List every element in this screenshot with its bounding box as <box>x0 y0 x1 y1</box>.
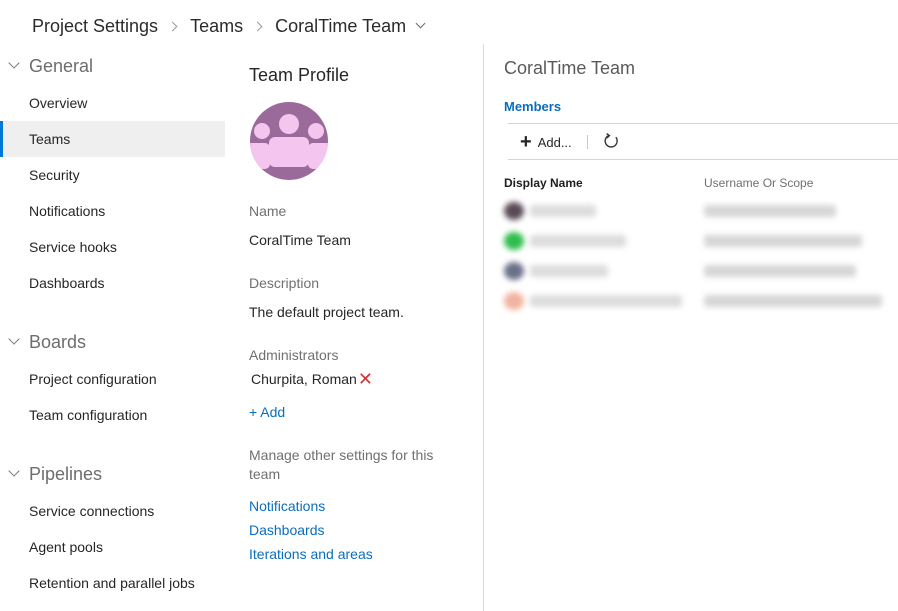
member-name-blurred <box>530 265 608 277</box>
sidebar-group-label: General <box>29 55 94 76</box>
administrator-entry: Churpita, Roman ✕ <box>251 370 373 388</box>
breadcrumb-teams[interactable]: Teams <box>190 16 243 37</box>
add-member-label: Add... <box>537 134 572 150</box>
sidebar-item-agent-pools[interactable]: Agent pools <box>0 529 225 565</box>
refresh-icon[interactable] <box>602 132 620 155</box>
member-name-blurred <box>530 205 596 217</box>
sidebar-item-label: Notifications <box>29 203 106 219</box>
toolbar-separator <box>587 135 588 149</box>
sidebar-item-dashboards[interactable]: Dashboards <box>0 265 225 301</box>
breadcrumb: Project Settings Teams CoralTime Team <box>32 13 426 39</box>
sidebar-group-pipelines[interactable]: Pipelines <box>8 462 103 486</box>
sidebar-item-service-connections[interactable]: Service connections <box>0 493 225 529</box>
member-scope-blurred <box>704 205 836 217</box>
member-scope-blurred <box>704 265 856 277</box>
column-header-username[interactable]: Username Or Scope <box>704 176 813 190</box>
close-icon[interactable]: ✕ <box>358 370 373 388</box>
chevron-down-icon <box>8 465 20 477</box>
chevron-right-icon <box>252 21 263 31</box>
sidebar-group-label: Boards <box>29 331 87 352</box>
sidebar-item-teams[interactable]: Teams <box>0 121 225 157</box>
administrator-name: Churpita, Roman <box>251 371 357 387</box>
manage-settings-text: Manage other settings for this team <box>249 447 434 482</box>
breadcrumb-current-team[interactable]: CoralTime Team <box>275 16 406 37</box>
team-avatar-icon[interactable] <box>249 101 329 181</box>
member-name-blurred <box>530 235 626 247</box>
sidebar-item-label: Overview <box>29 95 88 111</box>
plus-icon: + <box>520 131 532 153</box>
sidebar-item-label: Retention and parallel jobs <box>29 575 195 591</box>
sidebar-item-label: Agent pools <box>29 539 103 555</box>
breadcrumb-project-settings[interactable]: Project Settings <box>32 16 158 37</box>
sidebar-item-security[interactable]: Security <box>0 157 225 193</box>
member-row[interactable] <box>500 258 890 284</box>
description-label: Description <box>249 275 320 291</box>
member-scope-blurred <box>704 235 862 247</box>
sidebar-item-overview[interactable]: Overview <box>0 85 225 121</box>
sidebar-item-label: Team configuration <box>29 407 148 423</box>
sidebar-item-notifications[interactable]: Notifications <box>0 193 225 229</box>
chevron-down-icon <box>8 57 20 69</box>
dashboards-link[interactable]: Dashboards <box>249 522 325 538</box>
sidebar-group-general[interactable]: General <box>8 54 94 78</box>
member-row[interactable] <box>500 288 890 314</box>
team-name-value: CoralTime Team <box>249 232 351 248</box>
avatar <box>504 262 524 280</box>
sidebar-group-label: Pipelines <box>29 463 103 484</box>
sidebar-item-team-configuration[interactable]: Team configuration <box>0 397 225 433</box>
sidebar-item-project-configuration[interactable]: Project configuration <box>0 361 225 397</box>
chevron-down-icon <box>8 333 20 345</box>
avatar <box>504 232 524 250</box>
sidebar-item-label: Project configuration <box>29 371 157 387</box>
sidebar-item-label: Teams <box>29 131 71 147</box>
member-row[interactable] <box>500 198 890 224</box>
notifications-link[interactable]: Notifications <box>249 498 325 514</box>
add-administrator-link[interactable]: + Add <box>249 404 285 420</box>
member-name-blurred <box>530 295 682 307</box>
sidebar-item-service-hooks[interactable]: Service hooks <box>0 229 225 265</box>
add-member-button[interactable]: + Add... <box>520 132 572 152</box>
description-value: The default project team. <box>249 304 404 320</box>
sidebar-item-label: Dashboards <box>29 275 105 291</box>
avatar <box>504 292 524 310</box>
sidebar-item-label: Security <box>29 167 80 183</box>
name-label: Name <box>249 203 287 219</box>
tab-members[interactable]: Members <box>504 99 561 114</box>
iterations-areas-link[interactable]: Iterations and areas <box>249 546 373 562</box>
members-toolbar: + Add... <box>508 123 898 160</box>
member-row[interactable] <box>500 228 890 254</box>
profile-title: Team Profile <box>249 65 350 85</box>
sidebar-item-label: Service hooks <box>29 239 117 255</box>
administrators-label: Administrators <box>249 347 339 363</box>
sidebar-group-boards[interactable]: Boards <box>8 330 87 354</box>
avatar <box>504 202 524 220</box>
members-team-title: CoralTime Team <box>504 58 636 78</box>
column-header-display-name[interactable]: Display Name <box>504 176 583 190</box>
sidebar-item-label: Service connections <box>29 503 155 519</box>
panel-divider <box>483 44 484 611</box>
chevron-right-icon <box>167 21 178 31</box>
sidebar-item-retention[interactable]: Retention and parallel jobs <box>0 565 225 601</box>
chevron-down-icon[interactable] <box>415 18 426 29</box>
member-scope-blurred <box>704 295 882 307</box>
